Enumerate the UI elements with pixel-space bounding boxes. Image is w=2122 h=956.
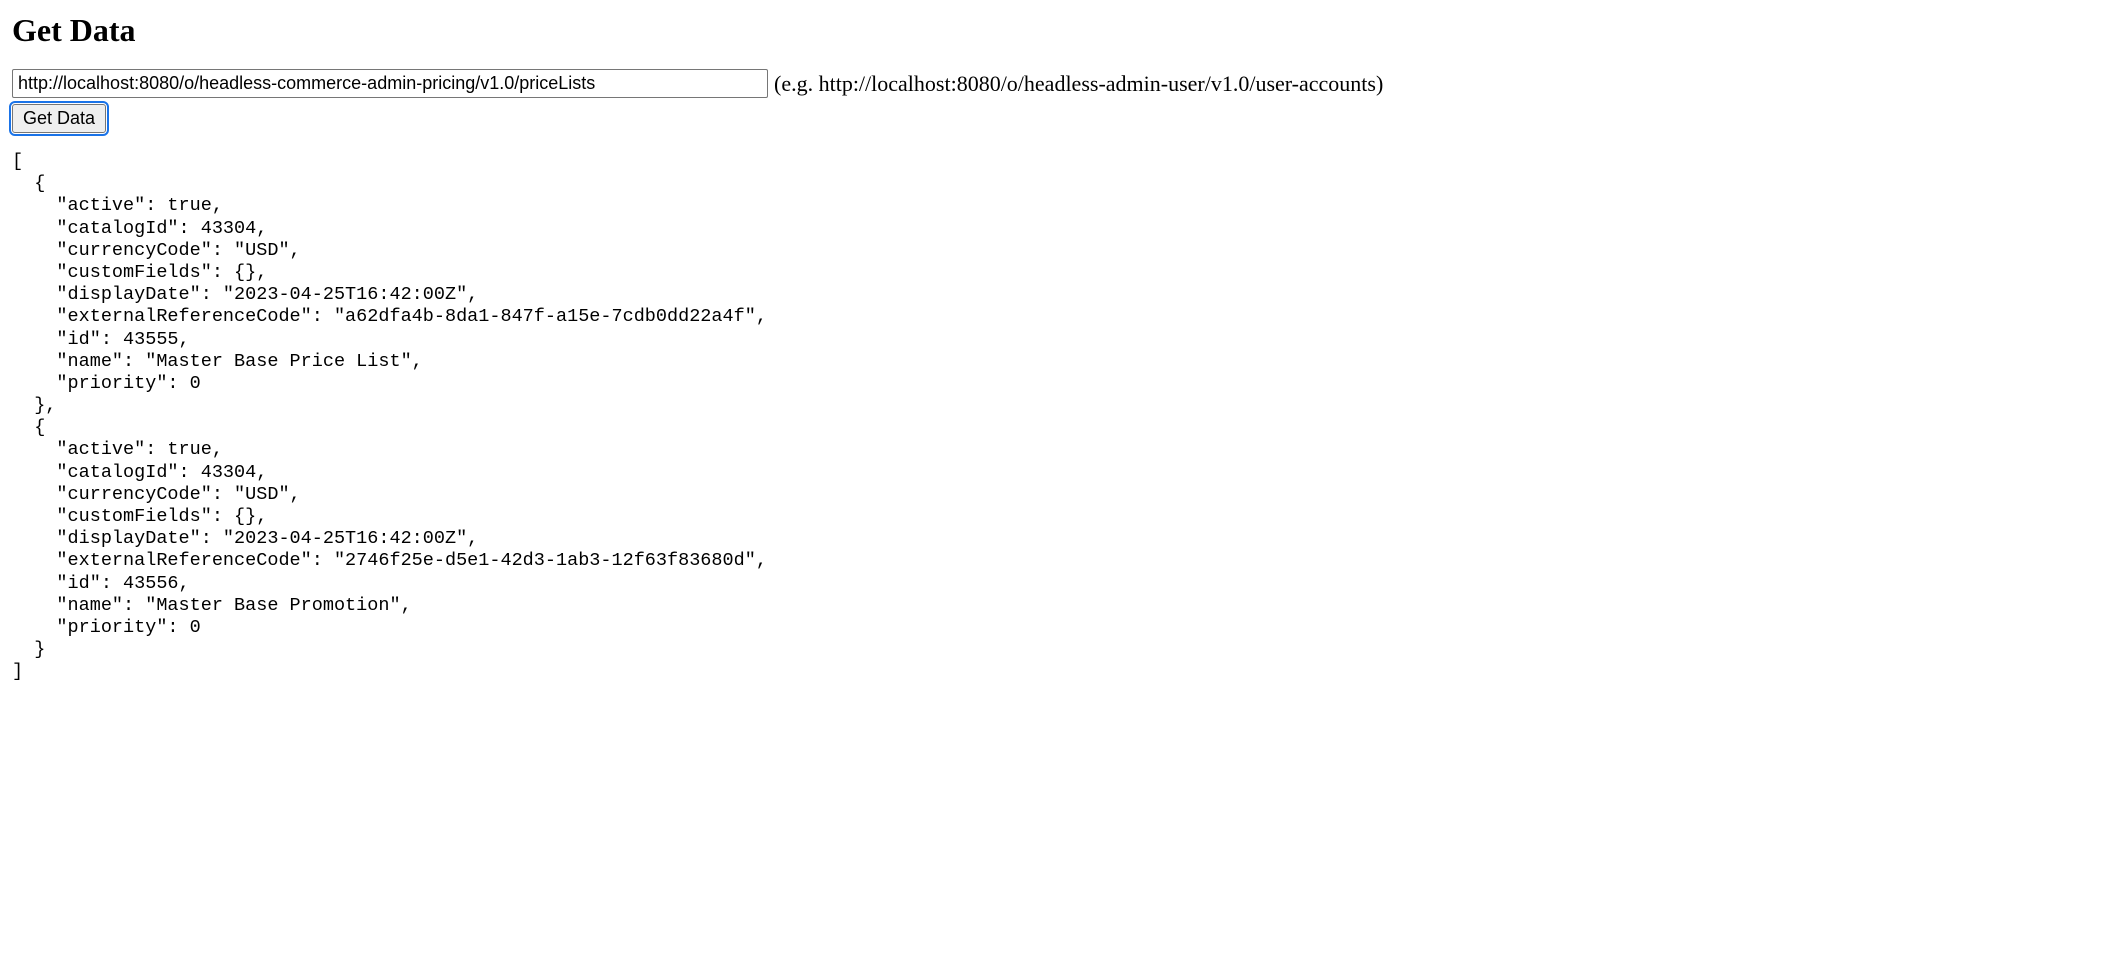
response-output: [ { "active": true, "catalogId": 43304, … — [12, 151, 2110, 684]
page-title: Get Data — [12, 12, 2110, 49]
button-row: Get Data — [12, 102, 2110, 133]
get-data-button[interactable]: Get Data — [12, 104, 106, 133]
url-input[interactable] — [12, 69, 768, 98]
url-form-row: (e.g. http://localhost:8080/o/headless-a… — [12, 69, 2110, 98]
url-hint-text: (e.g. http://localhost:8080/o/headless-a… — [774, 71, 1383, 96]
